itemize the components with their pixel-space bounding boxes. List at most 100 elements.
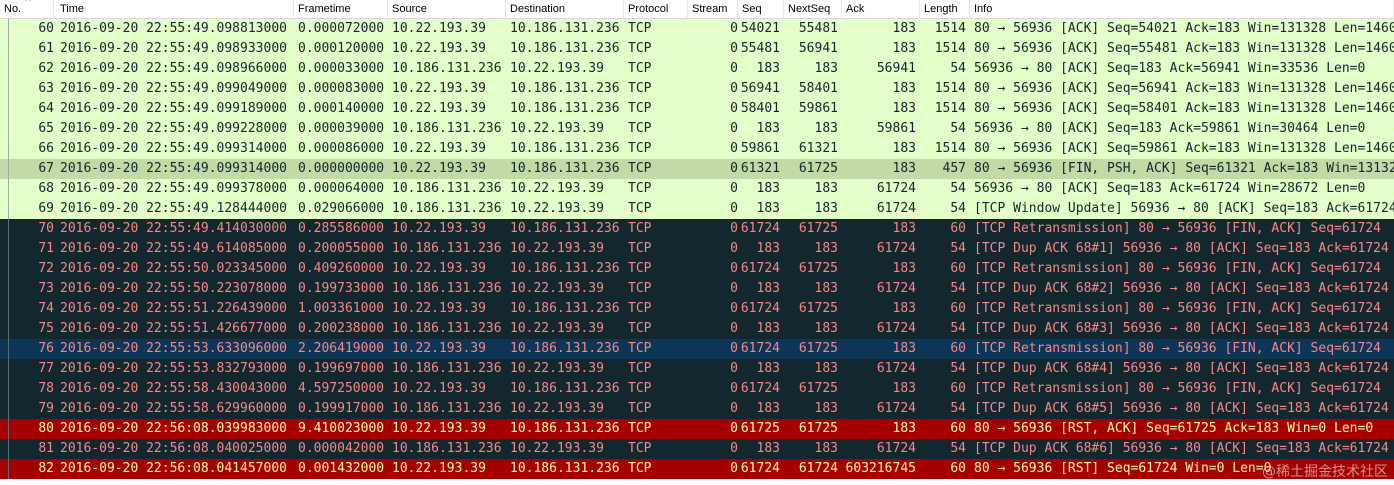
packet-row[interactable]: 63 2016-09-20 22:55:49.099049000 0.0000830…: [0, 79, 1394, 99]
cell-destination: 10.186.131.236: [510, 381, 620, 396]
column-header-info[interactable]: Info: [970, 0, 1394, 19]
packet-row[interactable]: 79 2016-09-20 22:55:58.629960000 0.1999170…: [0, 399, 1394, 419]
packet-row[interactable]: 75 2016-09-20 22:55:51.426677000 0.2002380…: [0, 319, 1394, 339]
cell-stream: 0: [730, 461, 738, 476]
column-header-protocol[interactable]: Protocol: [624, 0, 688, 19]
cell-source: 10.186.131.236: [392, 181, 502, 196]
column-header-frametime[interactable]: Frametime: [294, 0, 388, 19]
cell-frametime: 0.200238000: [298, 321, 385, 336]
column-header-no[interactable]: No.: [0, 0, 54, 19]
packet-row[interactable]: 65 2016-09-20 22:55:49.099228000 0.0000390…: [0, 119, 1394, 139]
cell-length: 60: [950, 341, 966, 356]
cell-ack: 183: [892, 101, 916, 116]
cell-protocol: TCP: [628, 401, 652, 416]
column-header-length[interactable]: Length: [920, 0, 970, 19]
cell-destination: 10.186.131.236: [510, 461, 620, 476]
cell-seq: 183: [756, 201, 780, 216]
packet-row[interactable]: 80 2016-09-20 22:56:08.039983000 9.4100230…: [0, 419, 1394, 439]
cell-source: 10.186.131.236: [392, 121, 502, 136]
cell-ack: 183: [892, 161, 916, 176]
cell-info: [TCP Retransmission] 80 → 56936 [FIN, AC…: [974, 341, 1381, 356]
cell-source: 10.186.131.236: [392, 241, 502, 256]
cell-ack: 183: [892, 21, 916, 36]
cell-destination: 10.186.131.236: [510, 21, 620, 36]
packet-row[interactable]: 72 2016-09-20 22:55:50.023345000 0.4092600…: [0, 259, 1394, 279]
cell-seq: 183: [756, 61, 780, 76]
cell-nextseq: 183: [814, 281, 838, 296]
cell-stream: 0: [730, 301, 738, 316]
cell-seq: 55481: [740, 41, 780, 56]
cell-frametime: 0.000042000: [298, 441, 385, 456]
cell-protocol: TCP: [628, 41, 652, 56]
column-header-nextseq[interactable]: NextSeq: [784, 0, 842, 19]
cell-destination: 10.22.193.39: [510, 201, 604, 216]
column-header-time[interactable]: Time: [56, 0, 294, 19]
packet-row[interactable]: 76 2016-09-20 22:55:53.633096000 2.2064190…: [0, 339, 1394, 359]
packet-row[interactable]: 78 2016-09-20 22:55:58.430043000 4.5972500…: [0, 379, 1394, 399]
cell-ack: 183: [892, 221, 916, 236]
packet-row[interactable]: 70 2016-09-20 22:55:49.414030000 0.2855860…: [0, 219, 1394, 239]
cell-ack: 183: [892, 381, 916, 396]
packet-row[interactable]: 67 2016-09-20 22:55:49.099314000 0.0000000…: [0, 159, 1394, 179]
cell-source: 10.22.193.39: [392, 41, 486, 56]
cell-protocol: TCP: [628, 161, 652, 176]
cell-no: 77: [38, 361, 54, 376]
packet-row[interactable]: 60 2016-09-20 22:55:49.098813000 0.0000720…: [0, 19, 1394, 39]
cell-info: [TCP Dup ACK 68#5] 56936 → 80 [ACK] Seq=…: [974, 401, 1389, 416]
cell-info: 80 → 56936 [ACK] Seq=54021 Ack=183 Win=1…: [974, 21, 1394, 36]
cell-frametime: 0.285586000: [298, 221, 385, 236]
cell-source: 10.22.193.39: [392, 21, 486, 36]
packet-row[interactable]: 81 2016-09-20 22:56:08.040025000 0.0000420…: [0, 439, 1394, 459]
cell-source: 10.186.131.236: [392, 401, 502, 416]
cell-ack: 183: [892, 41, 916, 56]
cell-destination: 10.186.131.236: [510, 141, 620, 156]
column-header-seq[interactable]: Seq: [738, 0, 784, 19]
cell-protocol: TCP: [628, 121, 652, 136]
cell-seq: 183: [756, 121, 780, 136]
cell-destination: 10.22.193.39: [510, 321, 604, 336]
packet-row[interactable]: 71 2016-09-20 22:55:49.614085000 0.2000550…: [0, 239, 1394, 259]
packet-row[interactable]: 82 2016-09-20 22:56:08.041457000 0.0014320…: [0, 459, 1394, 479]
packet-row[interactable]: 74 2016-09-20 22:55:51.226439000 1.0033610…: [0, 299, 1394, 319]
cell-stream: 0: [730, 321, 738, 336]
packet-row[interactable]: 64 2016-09-20 22:55:49.099189000 0.0001400…: [0, 99, 1394, 119]
cell-protocol: TCP: [628, 21, 652, 36]
cell-ack: 183: [892, 341, 916, 356]
cell-no: 73: [38, 281, 54, 296]
cell-seq: 54021: [740, 21, 780, 36]
cell-length: 1514: [934, 141, 966, 156]
cell-nextseq: 183: [814, 201, 838, 216]
column-header-source[interactable]: Source: [388, 0, 506, 19]
packet-row[interactable]: 73 2016-09-20 22:55:50.223078000 0.1997330…: [0, 279, 1394, 299]
packet-row[interactable]: 66 2016-09-20 22:55:49.099314000 0.0000860…: [0, 139, 1394, 159]
cell-stream: 0: [730, 141, 738, 156]
cell-frametime: 0.199733000: [298, 281, 385, 296]
cell-protocol: TCP: [628, 321, 652, 336]
cell-time: 2016-09-20 22:55:58.430043000: [60, 381, 287, 396]
cell-info: [TCP Retransmission] 80 → 56936 [FIN, AC…: [974, 261, 1381, 276]
column-header-ack[interactable]: Ack: [842, 0, 920, 19]
cell-nextseq: 183: [814, 121, 838, 136]
cell-time: 2016-09-20 22:55:49.098966000: [60, 61, 287, 76]
cell-length: 54: [950, 121, 966, 136]
cell-source: 10.186.131.236: [392, 61, 502, 76]
packet-row[interactable]: 61 2016-09-20 22:55:49.098933000 0.0001200…: [0, 39, 1394, 59]
packet-row[interactable]: 68 2016-09-20 22:55:49.099378000 0.0000640…: [0, 179, 1394, 199]
cell-destination: 10.22.193.39: [510, 361, 604, 376]
cell-seq: 183: [756, 241, 780, 256]
cell-nextseq: 56941: [798, 41, 838, 56]
column-header-stream[interactable]: Stream: [688, 0, 738, 19]
packet-row[interactable]: 77 2016-09-20 22:55:53.832793000 0.1996970…: [0, 359, 1394, 379]
cell-time: 2016-09-20 22:55:49.099378000: [60, 181, 287, 196]
column-header-destination[interactable]: Destination: [506, 0, 624, 19]
cell-stream: 0: [730, 441, 738, 456]
packet-list[interactable]: 60 2016-09-20 22:55:49.098813000 0.0000720…: [0, 19, 1394, 485]
packet-row[interactable]: 62 2016-09-20 22:55:49.098966000 0.0000330…: [0, 59, 1394, 79]
cell-nextseq: 61725: [798, 161, 838, 176]
cell-nextseq: 61725: [798, 341, 838, 356]
cell-seq: 61724: [740, 381, 780, 396]
cell-stream: 0: [730, 81, 738, 96]
cell-length: 1514: [934, 81, 966, 96]
cell-time: 2016-09-20 22:55:49.099189000: [60, 101, 287, 116]
packet-row[interactable]: 69 2016-09-20 22:55:49.128444000 0.0290660…: [0, 199, 1394, 219]
